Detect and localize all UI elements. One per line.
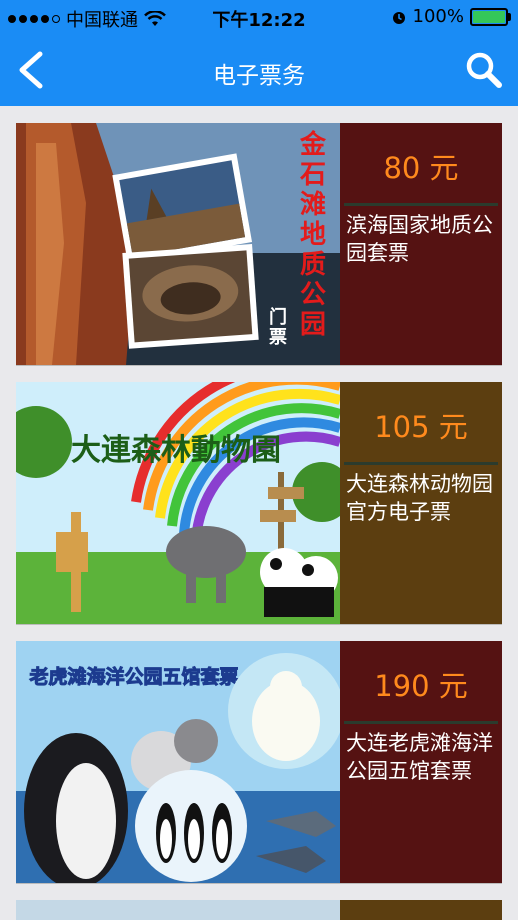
ticket-image: 金 石 滩 地 质 公 园 门 票 bbox=[16, 123, 340, 365]
image-title-char: 质 bbox=[300, 250, 326, 280]
ticket-card[interactable]: 老虎滩海洋公园五馆套票 190 元 大连老虎滩海洋公园五馆套票 bbox=[16, 641, 502, 884]
ticket-image: 大連森林動物園 bbox=[16, 382, 340, 624]
ticket-info: 105 元 大连森林动物园官方电子票 bbox=[340, 382, 502, 624]
status-bar: 中国联通 下午12:22 100% bbox=[0, 0, 518, 34]
battery-percent: 100% bbox=[412, 6, 464, 27]
image-title-char: 地 bbox=[300, 220, 326, 250]
ticket-price: 105 元 bbox=[374, 410, 468, 444]
ticket-price: 80 元 bbox=[383, 151, 459, 185]
ticket-name: 大连森林动物园官方电子票 bbox=[346, 472, 493, 524]
image-subtitle: 门 bbox=[269, 306, 287, 328]
divider bbox=[344, 462, 498, 465]
image-title: 老虎滩海洋公园五馆套票 bbox=[29, 665, 238, 688]
ticket-info: 80 元 滨海国家地质公园套票 bbox=[340, 123, 502, 365]
ticket-price: 190 元 bbox=[374, 669, 468, 703]
ticket-image: 老虎滩海洋公园五馆套票 bbox=[16, 641, 340, 883]
ticket-card[interactable]: 大連森林動物園 105 元 大连森林动物园官方电子票 bbox=[16, 382, 502, 625]
navigation-bar: 电子票务 bbox=[0, 34, 518, 106]
divider bbox=[344, 203, 498, 206]
image-title-char: 石 bbox=[299, 160, 326, 190]
divider bbox=[344, 721, 498, 724]
ticket-card[interactable]: 金 石 滩 地 质 公 园 门 票 80 元 滨海国家地质公园套票 bbox=[16, 123, 502, 366]
battery-icon bbox=[470, 7, 511, 26]
image-title-char: 滩 bbox=[300, 189, 326, 220]
image-title-char: 公 bbox=[300, 280, 326, 310]
image-title-char: 金 bbox=[299, 129, 327, 160]
ticket-info: 190 元 大连老虎滩海洋公园五馆套票 bbox=[340, 641, 502, 883]
page-title: 电子票务 bbox=[213, 63, 305, 89]
image-title: 大連森林動物園 bbox=[71, 433, 281, 468]
search-icon[interactable] bbox=[462, 48, 506, 92]
image-title-char: 园 bbox=[300, 310, 326, 340]
ticket-card-partial[interactable] bbox=[16, 900, 502, 920]
alarm-icon bbox=[392, 11, 405, 24]
image-subtitle: 票 bbox=[269, 327, 287, 348]
ticket-name: 大连老虎滩海洋公园五馆套票 bbox=[346, 731, 493, 783]
ticket-name: 滨海国家地质公园套票 bbox=[346, 213, 493, 265]
